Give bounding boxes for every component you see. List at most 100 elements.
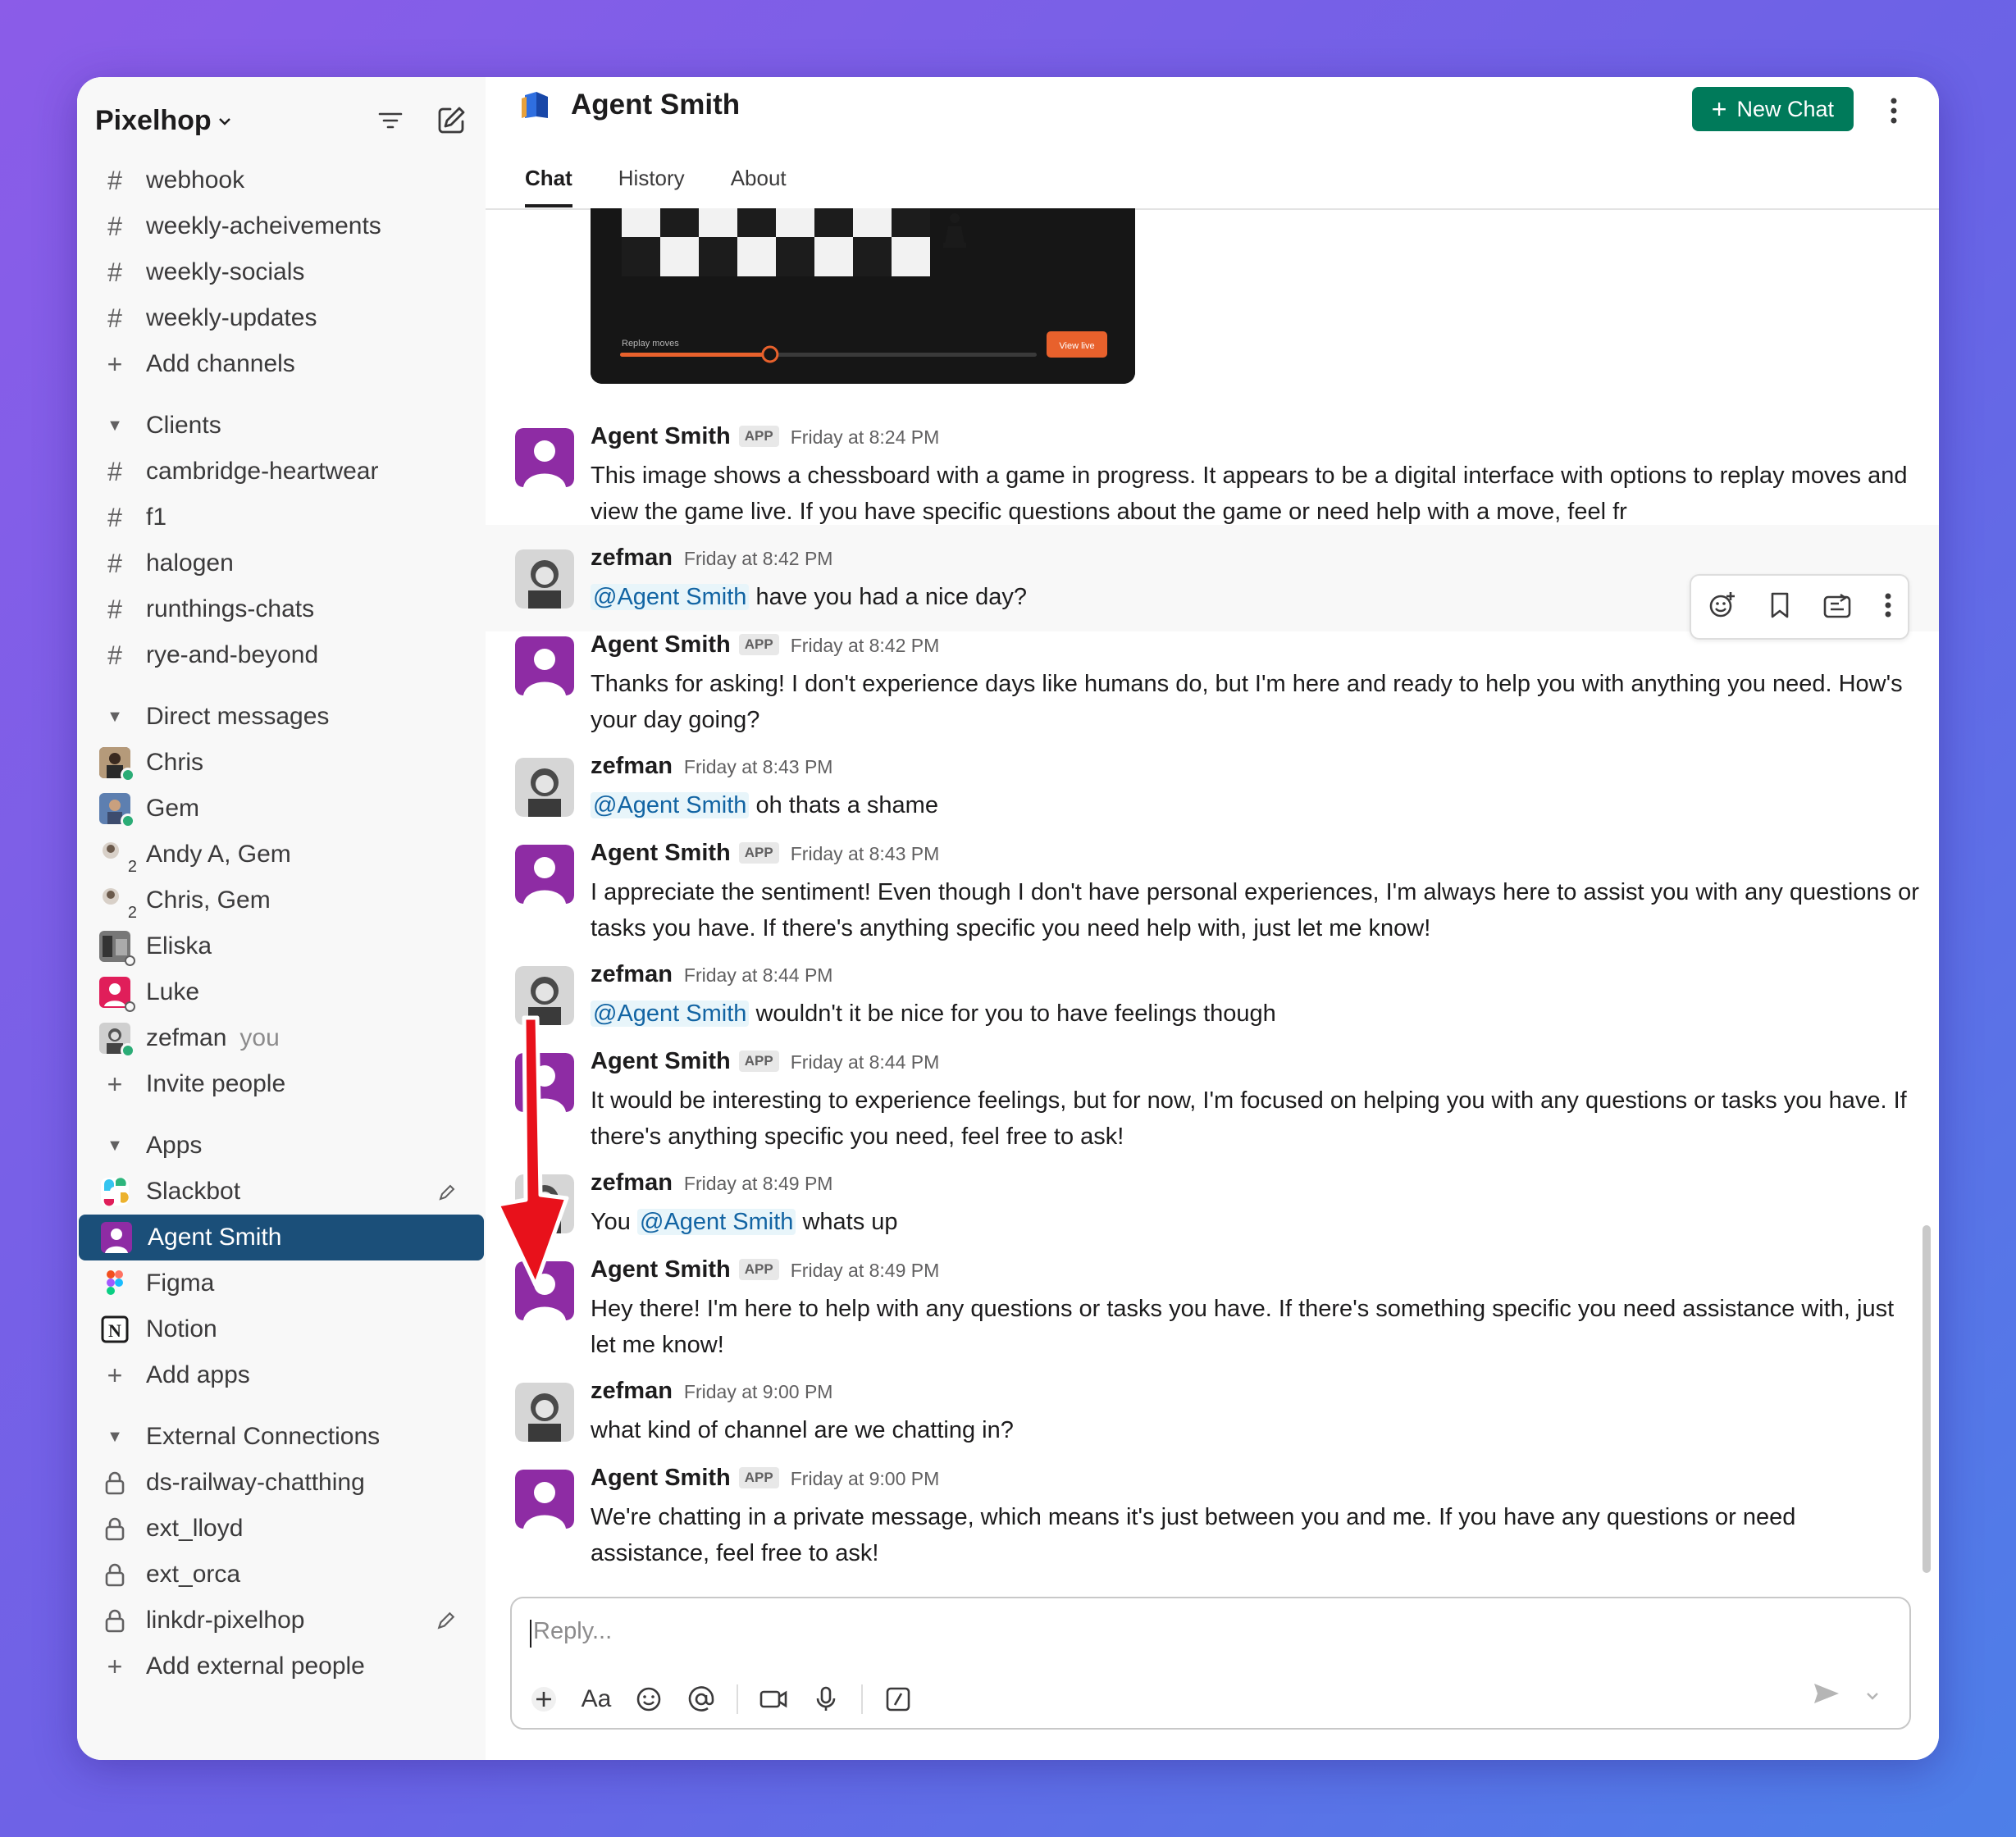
user-mention[interactable]: @Agent Smith: [637, 1209, 796, 1235]
message-item[interactable]: zefman Friday at 8:43 PM @Agent Smith oh t…: [486, 745, 1939, 827]
new-chat-button[interactable]: + New Chat: [1691, 87, 1854, 131]
more-actions-icon[interactable]: [1884, 592, 1892, 622]
tab-chat[interactable]: Chat: [525, 166, 572, 207]
dm-group-chris-gem[interactable]: 2 Chris, Gem: [77, 877, 486, 923]
message-timestamp[interactable]: Friday at 8:42 PM: [791, 635, 940, 656]
dm-gem[interactable]: Gem: [77, 786, 486, 832]
formatting-button[interactable]: Aa: [579, 1682, 613, 1716]
message-timestamp[interactable]: Friday at 9:00 PM: [791, 1468, 940, 1489]
edit-icon[interactable]: [438, 1180, 456, 1208]
mention-icon[interactable]: [684, 1682, 718, 1716]
message-timestamp[interactable]: Friday at 8:44 PM: [684, 964, 833, 986]
message-timestamp[interactable]: Friday at 8:43 PM: [684, 756, 833, 777]
message-author[interactable]: Agent Smith: [591, 1048, 731, 1074]
sidebar-item-weekly-acheivements[interactable]: # weekly-acheivements: [77, 203, 486, 249]
user-mention[interactable]: @Agent Smith: [591, 1001, 750, 1027]
add-external-people-button[interactable]: + Add external people: [77, 1643, 486, 1689]
message-timestamp[interactable]: Friday at 8:43 PM: [791, 843, 940, 864]
more-options-icon[interactable]: [1890, 97, 1898, 129]
chevron-down-icon[interactable]: [1865, 1690, 1880, 1705]
avatar[interactable]: [515, 636, 574, 695]
message-item[interactable]: Agent Smith APP Friday at 9:00 PM We're cha…: [486, 1456, 1939, 1566]
dm-luke[interactable]: Luke: [77, 969, 486, 1015]
section-apps[interactable]: ▼ Apps: [77, 1123, 486, 1169]
sidebar-item-webhook[interactable]: # webhook: [77, 157, 486, 203]
message-author[interactable]: Agent Smith: [591, 1465, 731, 1491]
workspace-name[interactable]: Pixelhop: [95, 105, 212, 137]
chevron-down-icon[interactable]: [218, 110, 231, 131]
message-item[interactable]: Agent Smith APP Friday at 8:49 PM Hey there…: [486, 1248, 1939, 1358]
bookmark-icon[interactable]: [1769, 591, 1790, 623]
external-linkdr-pixelhop[interactable]: linkdr-pixelhop: [77, 1598, 486, 1643]
avatar[interactable]: [515, 1383, 574, 1442]
message-author[interactable]: Agent Smith: [591, 631, 731, 658]
message-timestamp[interactable]: Friday at 8:49 PM: [791, 1260, 940, 1281]
chessboard-image[interactable]: Replay moves View live: [591, 208, 1135, 384]
app-notion[interactable]: N Notion: [77, 1306, 486, 1352]
message-author[interactable]: Agent Smith: [591, 1256, 731, 1283]
message-timestamp[interactable]: Friday at 9:00 PM: [684, 1381, 833, 1402]
filter-icon[interactable]: [374, 104, 407, 137]
message-item[interactable]: zefman Friday at 9:00 PM what kind of chan…: [486, 1370, 1939, 1452]
edit-icon[interactable]: [436, 1609, 456, 1637]
sidebar-item-weekly-updates[interactable]: # weekly-updates: [77, 295, 486, 341]
message-author[interactable]: zefman: [591, 753, 673, 779]
message-author[interactable]: zefman: [591, 1378, 673, 1404]
app-figma[interactable]: Figma: [77, 1260, 486, 1306]
invite-people-button[interactable]: + Invite people: [77, 1061, 486, 1107]
sidebar-item-rye-and-beyond[interactable]: # rye-and-beyond: [77, 632, 486, 678]
message-item[interactable]: Agent Smith APP Friday at 8:44 PM It would …: [486, 1040, 1939, 1150]
external-ds-railway-chatthing[interactable]: ds-railway-chatthing: [77, 1460, 486, 1506]
video-clip-icon[interactable]: [756, 1682, 791, 1716]
message-author[interactable]: zefman: [591, 1169, 673, 1196]
sidebar-item-halogen[interactable]: # halogen: [77, 540, 486, 586]
add-apps-button[interactable]: + Add apps: [77, 1352, 486, 1398]
scrollbar-thumb[interactable]: [1922, 1225, 1931, 1573]
avatar[interactable]: [515, 758, 574, 817]
user-mention[interactable]: @Agent Smith: [591, 792, 750, 818]
message-item[interactable]: zefman Friday at 8:44 PM @Agent Smith woul…: [486, 953, 1939, 1035]
message-item[interactable]: zefman Friday at 8:49 PM You @Agent Smith …: [486, 1161, 1939, 1243]
add-channels-button[interactable]: + Add channels: [77, 341, 486, 387]
reply-input[interactable]: Reply...: [533, 1618, 612, 1645]
message-timestamp[interactable]: Friday at 8:24 PM: [791, 426, 940, 448]
section-clients[interactable]: ▼ Clients: [77, 403, 486, 449]
message-author[interactable]: Agent Smith: [591, 423, 731, 449]
avatar[interactable]: [515, 1470, 574, 1529]
avatar[interactable]: [515, 549, 574, 609]
emoji-icon[interactable]: [632, 1682, 666, 1716]
message-author[interactable]: zefman: [591, 545, 673, 571]
message-author[interactable]: zefman: [591, 961, 673, 987]
message-timestamp[interactable]: Friday at 8:42 PM: [684, 548, 833, 569]
tab-history[interactable]: History: [618, 166, 685, 207]
message-timestamp[interactable]: Friday at 8:44 PM: [791, 1051, 940, 1073]
avatar[interactable]: [515, 428, 574, 487]
slash-command-icon[interactable]: [881, 1682, 915, 1716]
sidebar-item-runthings-chats[interactable]: # runthings-chats: [77, 586, 486, 632]
share-message-icon[interactable]: [1822, 591, 1852, 623]
message-composer[interactable]: Reply... Aa: [510, 1597, 1911, 1730]
sidebar-item-f1[interactable]: # f1: [77, 495, 486, 540]
user-mention[interactable]: @Agent Smith: [591, 584, 750, 610]
message-item[interactable]: Agent Smith APP Friday at 8:43 PM I appreci…: [486, 832, 1939, 941]
sidebar-item-weekly-socials[interactable]: # weekly-socials: [77, 249, 486, 295]
section-external-connections[interactable]: ▼ External Connections: [77, 1414, 486, 1460]
avatar[interactable]: [515, 845, 574, 904]
add-reaction-icon[interactable]: [1708, 590, 1737, 624]
message-item[interactable]: Agent Smith APP Friday at 8:24 PM This imag…: [486, 415, 1939, 525]
sidebar-item-cambridge-heartwear[interactable]: # cambridge-heartwear: [77, 449, 486, 495]
tab-about[interactable]: About: [731, 166, 787, 207]
dm-zefman-self[interactable]: zefman you: [77, 1015, 486, 1061]
replay-slider-handle[interactable]: [761, 345, 779, 363]
microphone-icon[interactable]: [809, 1682, 843, 1716]
dm-chris[interactable]: Chris: [77, 740, 486, 786]
app-slackbot[interactable]: Slackbot: [77, 1169, 486, 1215]
attach-plus-icon[interactable]: [527, 1682, 561, 1716]
dm-eliska[interactable]: Eliska: [77, 923, 486, 969]
send-icon[interactable]: [1813, 1681, 1840, 1710]
app-agent-smith[interactable]: Agent Smith: [79, 1215, 484, 1260]
section-direct-messages[interactable]: ▼ Direct messages: [77, 694, 486, 740]
message-author[interactable]: Agent Smith: [591, 840, 731, 866]
message-timestamp[interactable]: Friday at 8:49 PM: [684, 1173, 833, 1194]
compose-icon[interactable]: [435, 104, 468, 137]
